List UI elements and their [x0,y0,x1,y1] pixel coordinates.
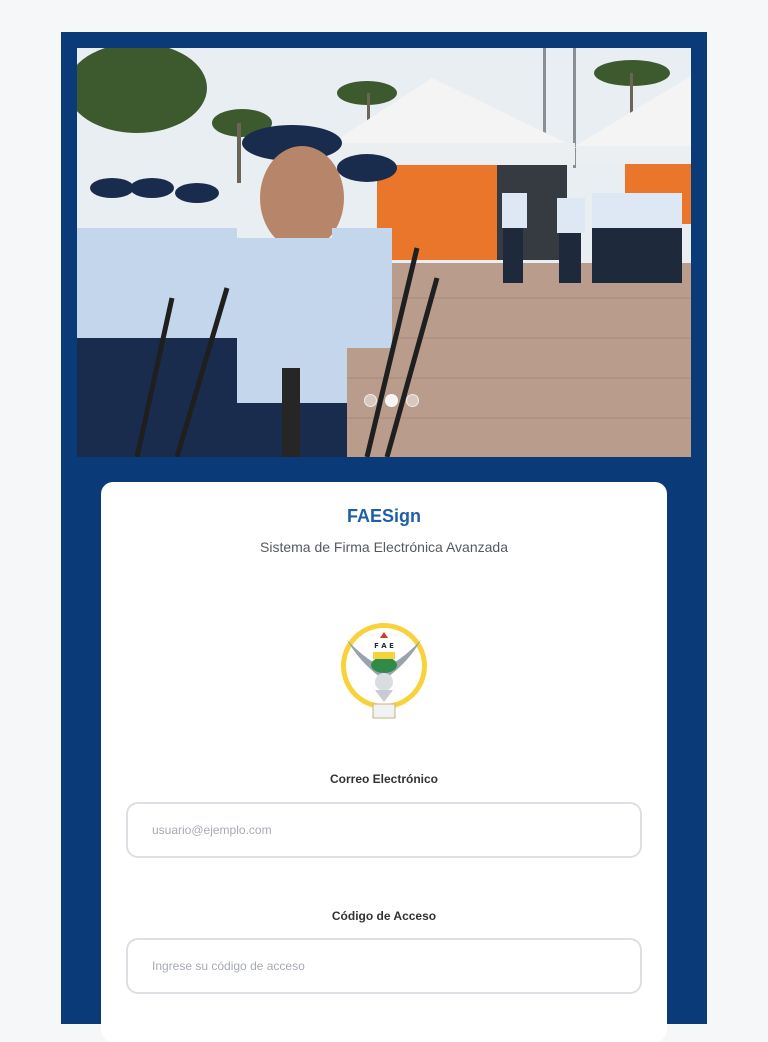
carousel-dot-3[interactable] [406,394,419,407]
page-frame: FAESign Sistema de Firma Electrónica Ava… [61,32,707,1042]
access-code-field[interactable] [126,938,642,994]
carousel-dot-2[interactable] [385,394,398,407]
email-field[interactable] [126,802,642,858]
logo-text: F A E [374,642,394,650]
carousel-dot-1[interactable] [364,394,377,407]
fae-emblem-logo: F A E [337,620,431,722]
login-card: FAESign Sistema de Firma Electrónica Ava… [101,482,667,1042]
email-label: Correo Electrónico [329,772,439,786]
carousel-indicators [364,394,419,407]
app-subtitle: Sistema de Firma Electrónica Avanzada [260,539,508,555]
access-code-label: Código de Acceso [331,909,437,923]
app-title: FAESign [346,506,421,526]
hero-carousel[interactable] [77,48,691,457]
